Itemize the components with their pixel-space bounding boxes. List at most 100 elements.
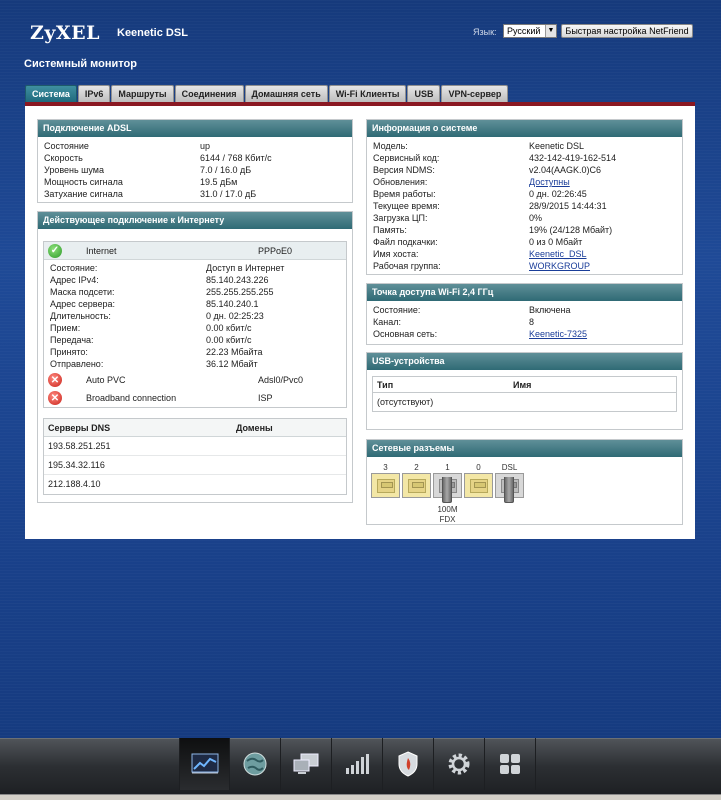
- tab-ipv6[interactable]: IPv6: [77, 85, 111, 102]
- adsl-value: 6144 / 768 Кбит/с: [200, 153, 272, 163]
- workgroup-link[interactable]: WORKGROUP: [529, 260, 682, 272]
- detail-value: 85.140.240.1: [206, 299, 259, 309]
- dock-menu: [179, 738, 536, 790]
- tab-wifi-clients[interactable]: Wi-Fi Клиенты: [328, 85, 407, 102]
- info-key: Имя хоста:: [373, 249, 419, 259]
- usb-name-column: Имя: [513, 380, 532, 390]
- wifi-key: Канал:: [373, 317, 401, 327]
- detail-value: 0.00 кбит/с: [206, 335, 252, 345]
- detail-key: Адрес IPv4:: [50, 275, 99, 285]
- dns-server: 193.58.251.251: [44, 437, 346, 456]
- usb-table-header: Тип Имя: [373, 377, 676, 393]
- system-info-header: Информация о системе: [367, 120, 682, 137]
- main-network-link[interactable]: Keenetic-7325: [529, 328, 682, 340]
- computers-icon: [293, 753, 319, 774]
- info-row: Версия NDMS: v2.04(AAGK.0)C6: [367, 164, 682, 176]
- adsl-value: 31.0 / 17.0 дБ: [200, 189, 257, 199]
- adsl-box: Подключение ADSL Состояние up Скорость 614…: [37, 119, 353, 203]
- updates-link[interactable]: Доступны: [529, 176, 682, 188]
- tab-usb[interactable]: USB: [407, 85, 441, 102]
- dock-apps-button[interactable]: [485, 738, 536, 790]
- info-value: 432-142-419-162-514: [529, 153, 617, 163]
- tab-routes[interactable]: Маршруты: [111, 85, 174, 102]
- info-row: Обновления: Доступны: [367, 176, 682, 188]
- monitor-chart-icon: [191, 753, 218, 774]
- hostname-link[interactable]: Keenetic_DSL: [529, 248, 682, 260]
- tab-home-network[interactable]: Домашняя сеть: [244, 85, 328, 102]
- adsl-row: Состояние up: [38, 140, 352, 152]
- adsl-key: Затухание сигнала: [44, 189, 123, 199]
- info-row: Сервисный код: 432-142-419-162-514: [367, 152, 682, 164]
- detail-key: Передача:: [50, 335, 94, 345]
- info-value: 19% (24/128 Мбайт): [529, 225, 613, 235]
- connection-broadband[interactable]: ✕ Broadband connection ISP: [44, 389, 346, 407]
- adsl-value: up: [200, 141, 211, 151]
- adsl-value: 7.0 / 16.0 дБ: [200, 165, 252, 175]
- wifi-row: Канал: 8: [367, 316, 682, 328]
- detail-key: Маска подсети:: [50, 287, 115, 297]
- adsl-row: Скорость 6144 / 768 Кбит/с: [38, 152, 352, 164]
- adsl-row: Затухание сигнала 31.0 / 17.0 дБ: [38, 188, 352, 200]
- language-select[interactable]: Русский ▼: [503, 24, 557, 38]
- wifi-row: Состояние: Включена: [367, 304, 682, 316]
- wifi-header: Точка доступа Wi-Fi 2,4 ГГц: [367, 284, 682, 301]
- quick-setup-button[interactable]: Быстрая настройка NetFriend: [561, 24, 693, 38]
- usb-type-column: Тип: [377, 380, 394, 390]
- port-label: 0: [476, 463, 481, 472]
- connection-name: Auto PVC: [86, 375, 126, 385]
- tab-connections[interactable]: Соединения: [174, 85, 244, 102]
- info-value: 0 из 0 Мбайт: [529, 237, 583, 247]
- dock-monitor-button[interactable]: [179, 738, 230, 790]
- wifi-key: Основная сеть:: [373, 329, 438, 339]
- shield-icon: [398, 751, 418, 777]
- adsl-rows: Состояние up Скорость 6144 / 768 Кбит/с Ур…: [38, 137, 352, 200]
- connection-name: Broadband connection: [86, 393, 177, 403]
- detail-key: Принято:: [50, 347, 88, 357]
- port-duplex: FDX: [439, 515, 456, 524]
- lan-port-0[interactable]: [464, 473, 493, 498]
- error-icon: ✕: [48, 373, 62, 387]
- lan-port-2[interactable]: [402, 473, 431, 498]
- wifi-rows: Состояние: Включена Канал: 8 Основная сеть…: [367, 301, 682, 340]
- info-row: Файл подкачки: 0 из 0 Мбайт: [367, 236, 682, 248]
- detail-row: Маска подсети: 255.255.255.255: [44, 286, 346, 298]
- connection-type: PPPoE0: [258, 245, 293, 256]
- connection-internet[interactable]: ✓ Internet PPPoE0: [44, 242, 346, 260]
- tab-vpn-server[interactable]: VPN-сервер: [441, 85, 509, 102]
- language-label: Язык:: [473, 27, 497, 37]
- detail-row: Адрес IPv4: 85.140.243.226: [44, 274, 346, 286]
- info-key: Модель:: [373, 141, 408, 151]
- detail-row: Передача: 0.00 кбит/с: [44, 334, 346, 346]
- dock-settings-button[interactable]: [434, 738, 485, 790]
- connection-auto-pvc[interactable]: ✕ Auto PVC Adsl0/Pvc0: [44, 371, 346, 389]
- dock-home-network-button[interactable]: [281, 738, 332, 790]
- detail-value: 36.12 Мбайт: [206, 359, 258, 369]
- lan-port-3[interactable]: [371, 473, 400, 498]
- info-key: Сервисный код:: [373, 153, 440, 163]
- info-key: Файл подкачки:: [373, 237, 438, 247]
- info-key: Время работы:: [373, 189, 436, 199]
- dock-wifi-button[interactable]: [332, 738, 383, 790]
- dock-security-button[interactable]: [383, 738, 434, 790]
- detail-value: Доступ в Интернет: [206, 263, 285, 273]
- chevron-down-icon[interactable]: ▼: [545, 25, 556, 37]
- detail-key: Длительность:: [50, 311, 111, 321]
- detail-value: 85.140.243.226: [206, 275, 269, 285]
- adsl-value: 19.5 дБм: [200, 177, 238, 187]
- detail-key: Отправлено:: [50, 359, 104, 369]
- dns-server: 195.34.32.116: [44, 456, 346, 475]
- detail-value: 255.255.255.255: [206, 287, 274, 297]
- info-key: Память:: [373, 225, 407, 235]
- detail-row: Принято: 22.23 Мбайта: [44, 346, 346, 358]
- info-key: Текущее время:: [373, 201, 440, 211]
- usb-header: USB-устройства: [367, 353, 682, 370]
- port-label: 3: [383, 463, 388, 472]
- tab-system[interactable]: Система: [25, 85, 77, 102]
- dock-internet-button[interactable]: [230, 738, 281, 790]
- error-icon: ✕: [48, 391, 62, 405]
- detail-row: Прием: 0.00 кбит/с: [44, 322, 346, 334]
- info-row: Память: 19% (24/128 Мбайт): [367, 224, 682, 236]
- signal-bars-icon: [346, 754, 369, 774]
- info-row: Текущее время: 28/9/2015 14:44:31: [367, 200, 682, 212]
- detail-key: Прием:: [50, 323, 81, 333]
